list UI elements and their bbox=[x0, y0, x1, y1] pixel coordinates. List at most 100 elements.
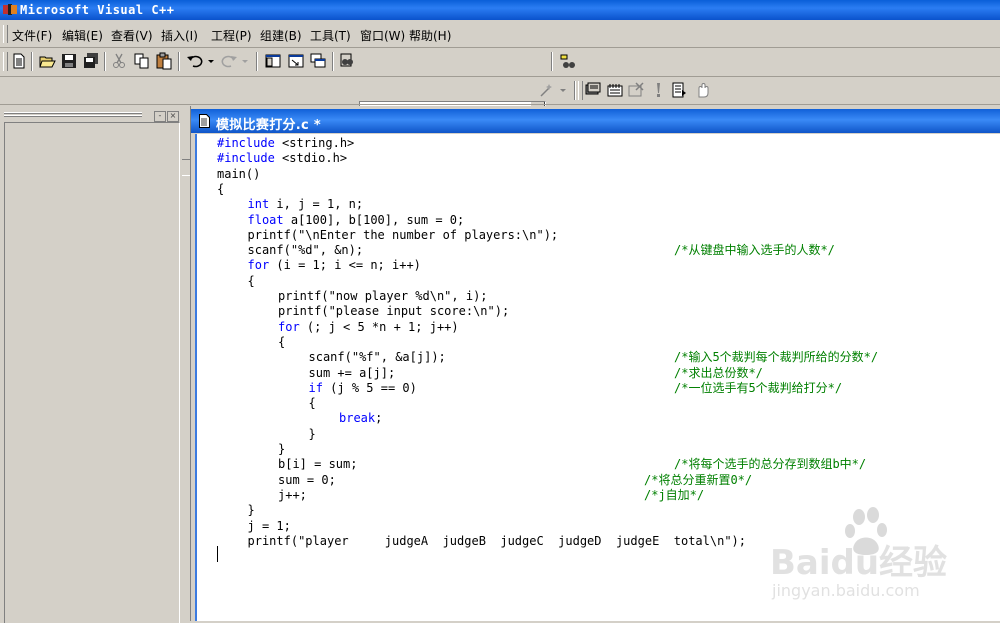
paste-icon[interactable] bbox=[155, 52, 173, 70]
menu-window[interactable]: 窗口(W) bbox=[360, 27, 405, 44]
code-comment: /*一位选手有5个裁判给打分*/ bbox=[674, 380, 843, 395]
code-text: scanf("%f", &a[j]); bbox=[308, 350, 446, 365]
code-text: sum += a[j]; bbox=[308, 365, 396, 380]
menubar-grip[interactable] bbox=[3, 25, 8, 43]
code-line[interactable]: printf("now player %d\n", i); bbox=[278, 289, 488, 304]
code-line[interactable]: b[i] = sum; bbox=[278, 457, 357, 472]
watermark-brand: Baidu经验 bbox=[770, 543, 948, 583]
code-line[interactable]: sum = 0; bbox=[278, 473, 336, 488]
menu-view[interactable]: 查看(V) bbox=[111, 27, 153, 44]
code-text: { bbox=[308, 396, 316, 411]
menu-build[interactable]: 组建(B) bbox=[260, 27, 302, 44]
menu-tools[interactable]: 工具(T) bbox=[310, 27, 351, 44]
code-line[interactable]: scanf("%d", &n); bbox=[248, 243, 364, 258]
code-text: { bbox=[247, 273, 255, 288]
code-line[interactable]: { bbox=[248, 274, 255, 289]
wizard-bar bbox=[0, 77, 1000, 176]
code-line[interactable]: float a[100], b[100], sum = 0; bbox=[248, 213, 465, 228]
code-text: printf("please input score:\n"); bbox=[278, 304, 510, 319]
code-line[interactable]: for (i = 1; i <= n; i++) bbox=[248, 258, 421, 273]
cut-icon[interactable] bbox=[110, 52, 128, 70]
code-line[interactable]: { bbox=[309, 396, 316, 411]
baidu-watermark: Baidu经验 jingyan.baidu.com bbox=[760, 505, 990, 615]
code-text: printf("now player %d\n", i); bbox=[278, 289, 488, 303]
toolbar-grip[interactable] bbox=[3, 52, 8, 71]
code-text: <string.h> bbox=[274, 136, 355, 150]
code-keyword: #include bbox=[217, 151, 275, 166]
code-text: } bbox=[308, 426, 316, 441]
workspace-tree[interactable] bbox=[4, 122, 180, 623]
code-comment: /*将每个选手的总分存到数组b中*/ bbox=[674, 457, 867, 472]
code-line[interactable]: j = 1; bbox=[248, 519, 291, 534]
code-line[interactable]: { bbox=[278, 335, 285, 350]
code-text: sum = 0; bbox=[278, 472, 336, 487]
save-all-icon[interactable] bbox=[82, 52, 100, 70]
code-comment: /*求出总份数*/ bbox=[674, 365, 763, 380]
close-pane-icon[interactable]: × bbox=[167, 111, 179, 122]
window-list-icon[interactable] bbox=[309, 52, 327, 70]
code-line[interactable]: printf("\nEnter the number of players:\n… bbox=[248, 228, 559, 243]
menu-help[interactable]: 帮助(H) bbox=[409, 27, 451, 44]
menu-edit[interactable]: 编辑(E) bbox=[62, 27, 103, 44]
app-title: Microsoft Visual C++ bbox=[20, 3, 175, 17]
minimize-pane-icon[interactable]: - bbox=[154, 111, 166, 122]
code-text: printf("\nEnter the number of players:\n… bbox=[247, 227, 559, 242]
code-line[interactable]: sum += a[j]; bbox=[309, 366, 396, 381]
code-keyword: int bbox=[247, 197, 270, 212]
code-comment: /*从键盘中输入选手的人数*/ bbox=[674, 243, 835, 258]
workspace-pane-header[interactable]: - × bbox=[4, 110, 179, 122]
code-text: (i = 1; i <= n; i++) bbox=[269, 258, 421, 273]
execute-icon[interactable] bbox=[649, 81, 667, 99]
toolbar-separator bbox=[178, 52, 180, 71]
code-line[interactable]: } bbox=[278, 442, 285, 457]
menu-project[interactable]: 工程(P) bbox=[211, 27, 252, 44]
code-line[interactable]: j++; bbox=[278, 488, 307, 503]
copy-icon[interactable] bbox=[133, 52, 151, 70]
toolbar-separator bbox=[551, 52, 553, 71]
code-line[interactable]: #include <string.h> bbox=[217, 136, 354, 151]
code-line[interactable]: int i, j = 1, n; bbox=[248, 197, 364, 212]
code-text: ; bbox=[375, 411, 383, 426]
code-text: a[100], b[100], sum = 0; bbox=[283, 212, 465, 227]
code-line[interactable]: printf("please input score:\n"); bbox=[278, 304, 509, 319]
menu-insert[interactable]: 插入(I) bbox=[161, 27, 198, 44]
code-line[interactable]: printf("player judgeA judgeB judgeC judg… bbox=[248, 534, 747, 549]
standard-toolbar bbox=[0, 48, 1000, 118]
find-in-files-icon[interactable] bbox=[338, 52, 356, 70]
app-titlebar[interactable]: Microsoft Visual C++ bbox=[0, 0, 1000, 20]
code-line[interactable]: break; bbox=[339, 411, 382, 426]
redo-icon[interactable] bbox=[220, 52, 250, 70]
workspace-pane: - × bbox=[0, 106, 182, 623]
code-line[interactable]: for (; j < 5 *n + 1; j++) bbox=[278, 320, 459, 335]
toolbar-separator bbox=[31, 52, 33, 71]
document-titlebar[interactable]: 模拟比赛打分.c * bbox=[191, 109, 1000, 133]
code-line[interactable]: #include <stdio.h> bbox=[217, 151, 347, 166]
code-line[interactable]: } bbox=[248, 503, 255, 518]
code-text: { bbox=[278, 334, 286, 349]
workspace-icon[interactable] bbox=[264, 52, 282, 70]
go-icon[interactable] bbox=[670, 81, 688, 99]
build-icon[interactable] bbox=[606, 81, 624, 99]
save-icon[interactable] bbox=[60, 52, 78, 70]
compile-icon[interactable] bbox=[584, 81, 602, 99]
stop-build-icon[interactable] bbox=[627, 81, 645, 99]
code-text: { bbox=[217, 181, 225, 196]
code-line[interactable]: scanf("%f", &a[j]); bbox=[309, 350, 446, 365]
code-line[interactable]: } bbox=[309, 427, 316, 442]
code-line[interactable]: main() bbox=[217, 167, 260, 182]
output-icon[interactable] bbox=[287, 52, 305, 70]
open-icon[interactable] bbox=[38, 52, 56, 70]
document-title: 模拟比赛打分.c * bbox=[216, 118, 321, 133]
code-text: <stdio.h> bbox=[274, 151, 348, 166]
toolbar-grip[interactable] bbox=[578, 81, 583, 100]
find-icon[interactable] bbox=[558, 52, 576, 70]
code-text: (j % 5 == 0) bbox=[322, 380, 417, 395]
new-file-icon[interactable] bbox=[10, 52, 28, 70]
watermark-url: jingyan.baidu.com bbox=[772, 581, 920, 600]
wizard-action-icon[interactable] bbox=[538, 81, 568, 99]
undo-icon[interactable] bbox=[186, 52, 216, 70]
code-line[interactable]: if (j % 5 == 0) bbox=[309, 381, 417, 396]
menu-file[interactable]: 文件(F) bbox=[12, 27, 52, 44]
code-line[interactable]: { bbox=[217, 182, 224, 197]
insert-breakpoint-icon[interactable] bbox=[693, 81, 711, 99]
